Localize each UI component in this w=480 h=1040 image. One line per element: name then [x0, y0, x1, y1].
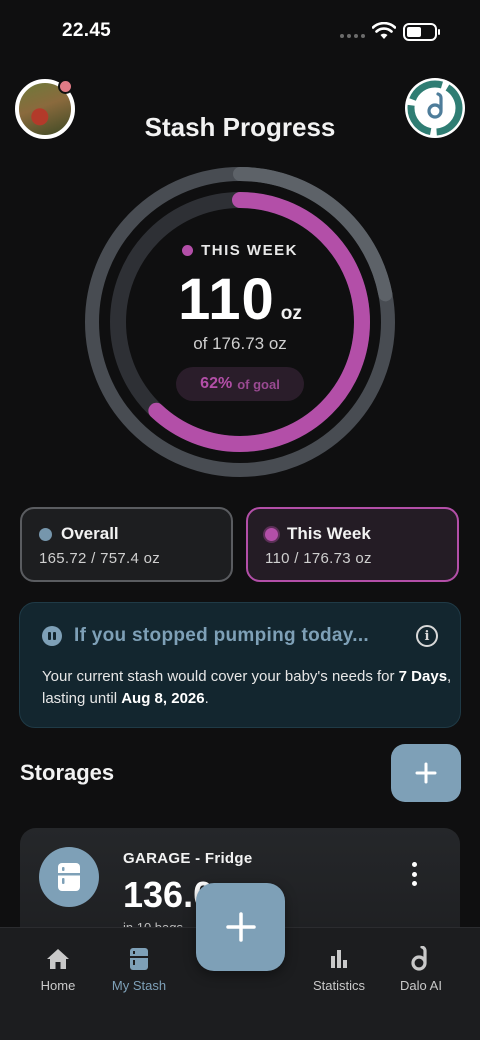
this-week-card[interactable]: This Week 110 / 176.73 oz [246, 507, 459, 582]
ring-value: 110 oz [80, 266, 400, 333]
fridge-icon [91, 946, 187, 972]
overall-card-header: Overall [39, 524, 119, 544]
tab-dalo-ai[interactable]: Dalo AI [373, 946, 469, 993]
this-week-card-label: This Week [287, 524, 371, 543]
ring-goal-text: of 176.73 oz [193, 334, 287, 353]
storage-name: GARAGE - Fridge [123, 850, 253, 867]
status-time: 22.45 [62, 20, 112, 41]
wifi-icon [372, 22, 396, 39]
overall-card-value: 165.72 / 757.4 oz [39, 550, 161, 567]
status-bar: 22.45 [0, 0, 480, 64]
this-week-card-header: This Week [265, 524, 371, 544]
more-options-icon[interactable] [408, 862, 420, 886]
page-title: Stash Progress [144, 112, 336, 142]
notification-dot [58, 79, 73, 94]
add-entry-fab[interactable] [196, 883, 285, 971]
goal-percent: 62% [200, 375, 233, 392]
stash-coverage-title: If you stopped pumping today... [74, 625, 369, 646]
coverage-text-prefix: Your current stash would cover your baby… [42, 668, 399, 685]
storages-heading: Storages [20, 760, 115, 785]
this-week-card-value: 110 / 176.73 oz [265, 550, 372, 567]
coverage-date: Aug 8, 2026 [121, 690, 205, 707]
signal-icon [340, 34, 365, 38]
plus-icon [415, 762, 437, 784]
tab-dalo-ai-label: Dalo AI [400, 978, 442, 993]
plus-icon [225, 912, 256, 942]
stash-coverage-card: If you stopped pumping today... i Your c… [19, 602, 461, 728]
ring-label-text: THIS WEEK [201, 242, 298, 259]
coverage-text-suffix: . [204, 690, 209, 707]
goal-percent-suffix: of goal [237, 376, 280, 392]
add-storage-button[interactable] [391, 744, 461, 802]
info-icon[interactable]: i [416, 625, 438, 647]
battery-icon [403, 23, 440, 41]
tab-my-stash-label: My Stash [111, 978, 167, 993]
stash-coverage-header: If you stopped pumping today... [42, 625, 369, 647]
goal-percent-badge: 62% of goal [176, 367, 304, 401]
stash-coverage-text: Your current stash would cover your baby… [42, 666, 452, 710]
overall-card[interactable]: Overall 165.72 / 757.4 oz [20, 507, 233, 582]
tab-my-stash[interactable]: My Stash [91, 946, 187, 993]
ring-center: THIS WEEK 110 oz of 176.73 oz 62% of goa… [80, 162, 400, 482]
ring-label: THIS WEEK [80, 242, 400, 259]
ring-value-number: 110 [178, 267, 275, 332]
coverage-days: 7 Days [398, 668, 448, 685]
pause-icon [42, 626, 62, 646]
overall-card-label: Overall [61, 524, 119, 543]
overall-dot-icon [39, 527, 52, 541]
dalo-icon [373, 946, 469, 972]
week-dot-icon [182, 245, 194, 256]
fridge-icon [39, 847, 99, 907]
this-week-dot-icon [265, 527, 278, 541]
ring-value-unit: oz [280, 303, 302, 324]
